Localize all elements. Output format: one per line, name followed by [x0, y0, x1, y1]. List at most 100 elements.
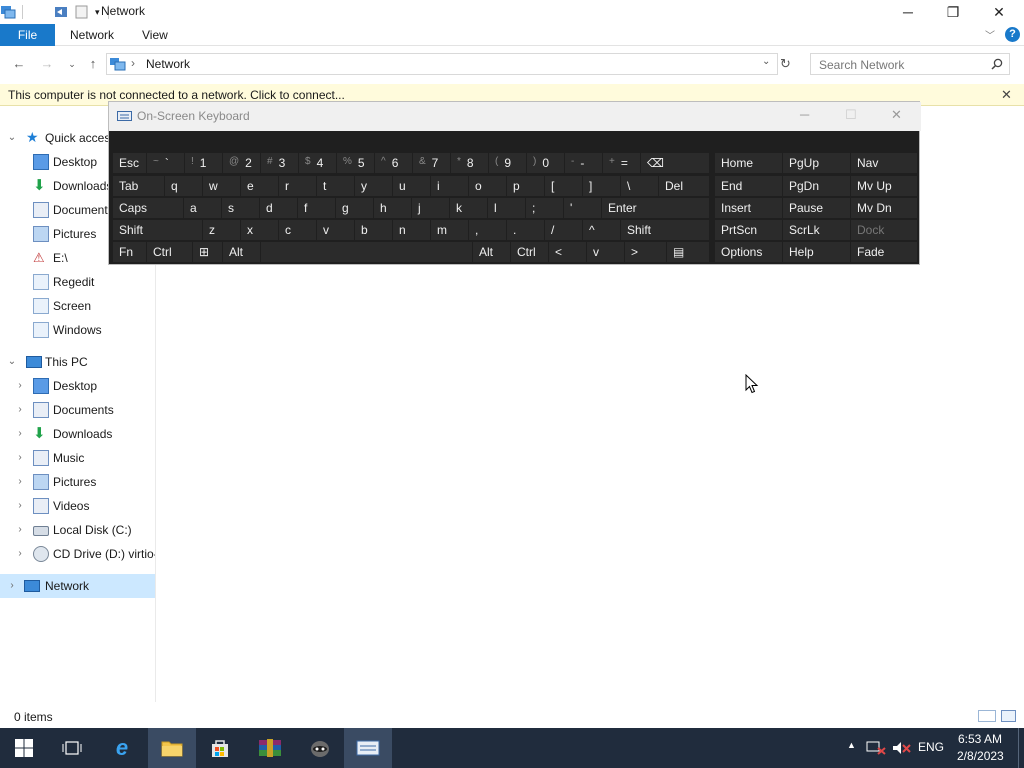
collapse-chevron-icon[interactable]: ⌄ [6, 350, 18, 374]
properties-icon[interactable] [53, 4, 69, 20]
show-desktop-button[interactable] [1018, 728, 1024, 768]
osk-key-r5-k2[interactable]: ⊞ [193, 242, 222, 262]
osk-key-r4-shift[interactable]: Shift [621, 220, 709, 240]
osk-key-side-pgdn[interactable]: PgDn [783, 176, 850, 196]
tab-network[interactable]: Network [58, 24, 126, 46]
osk-key-r3-l[interactable]: l [488, 198, 525, 218]
osk-key-r4-k11[interactable]: ^ [583, 220, 620, 240]
osk-key-side-pause[interactable]: Pause [783, 198, 850, 218]
expand-chevron-icon[interactable]: › [14, 542, 26, 566]
osk-key-r5-ctrl[interactable]: Ctrl [147, 242, 192, 262]
close-button[interactable]: ✕ [976, 0, 1022, 24]
osk-key-r5-space[interactable] [261, 242, 472, 262]
osk-key-r3-enter[interactable]: Enter [602, 198, 709, 218]
expand-chevron-icon[interactable]: › [14, 374, 26, 398]
taskbar-file-explorer[interactable] [148, 728, 196, 768]
osk-key-r3-d[interactable]: d [260, 198, 297, 218]
taskbar-internet-explorer[interactable]: e [98, 728, 146, 768]
task-view-button[interactable] [48, 728, 96, 768]
osk-key-r1-0[interactable]: Esc [113, 153, 146, 173]
close-info-bar-icon[interactable]: ✕ [1001, 87, 1012, 103]
expand-chevron-icon[interactable]: › [6, 574, 18, 598]
nav-pc-music[interactable]: › Music [0, 446, 155, 470]
osk-key-r3-caps[interactable]: Caps [113, 198, 183, 218]
osk-key-r1-13[interactable]: + = [603, 153, 640, 173]
osk-key-side-mvdn[interactable]: Mv Dn [851, 198, 917, 218]
osk-key-r5-alt[interactable]: Alt [473, 242, 510, 262]
osk-key-r3-g[interactable]: g [336, 198, 373, 218]
show-hidden-icons-chevron-icon[interactable]: ▲ [847, 740, 856, 750]
details-view-icon[interactable] [978, 710, 996, 722]
osk-key-r3-j[interactable]: j [412, 198, 449, 218]
expand-chevron-icon[interactable]: › [14, 518, 26, 542]
nav-pc-videos[interactable]: › Videos [0, 494, 155, 518]
expand-ribbon-chevron-icon[interactable]: ﹀ [985, 27, 995, 42]
refresh-icon[interactable]: ↻ [780, 56, 791, 72]
osk-key-r2-o[interactable]: o [469, 176, 506, 196]
nav-pc-desktop[interactable]: › Desktop [0, 374, 155, 398]
osk-key-r3-k11[interactable]: ' [564, 198, 601, 218]
osk-key-r2-i[interactable]: i [431, 176, 468, 196]
customize-qat-chevron-icon[interactable]: ▾ [95, 7, 100, 18]
nav-this-pc[interactable]: ⌄ This PC [0, 350, 155, 374]
osk-key-r4-shift[interactable]: Shift [113, 220, 202, 240]
osk-key-r4-n[interactable]: n [393, 220, 430, 240]
osk-key-r3-k10[interactable]: ; [526, 198, 563, 218]
restore-button[interactable]: ❐ [930, 0, 976, 24]
back-arrow-icon[interactable]: ← [10, 56, 28, 72]
osk-key-r2-q[interactable]: q [165, 176, 202, 196]
clock-time[interactable]: 6:53 AM [958, 732, 1002, 746]
osk-key-r3-h[interactable]: h [374, 198, 411, 218]
osk-key-r4-x[interactable]: x [241, 220, 278, 240]
osk-key-side-dock[interactable]: Dock [851, 220, 917, 240]
osk-key-r1-14[interactable]: ⌫ [641, 153, 709, 173]
forward-arrow-icon[interactable]: → [38, 56, 56, 72]
osk-key-r2-t[interactable]: t [317, 176, 354, 196]
taskbar-store[interactable] [196, 728, 244, 768]
taskbar-on-screen-keyboard[interactable] [344, 728, 392, 768]
nav-quick-regedit[interactable]: Regedit [0, 270, 155, 294]
expand-chevron-icon[interactable]: › [14, 422, 26, 446]
osk-key-r1-7[interactable]: ^ 6 [375, 153, 412, 173]
osk-key-r4-c[interactable]: c [279, 220, 316, 240]
osk-key-r4-v[interactable]: v [317, 220, 354, 240]
expand-chevron-icon[interactable]: › [14, 398, 26, 422]
osk-key-r1-8[interactable]: & 7 [413, 153, 450, 173]
osk-key-r1-12[interactable]: -- [565, 153, 602, 173]
osk-key-side-end[interactable]: End [715, 176, 782, 196]
volume-muted-icon[interactable] [891, 741, 911, 755]
osk-key-r2-w[interactable]: w [203, 176, 240, 196]
osk-key-r1-1[interactable]: ~ ` [147, 153, 184, 173]
minimize-button[interactable]: ─ [885, 0, 931, 24]
recent-locations-chevron-icon[interactable]: ⌄ [63, 56, 81, 72]
osk-key-r2-r[interactable]: r [279, 176, 316, 196]
osk-key-r2-u[interactable]: u [393, 176, 430, 196]
search-input[interactable]: Search Network [819, 58, 904, 72]
expand-chevron-icon[interactable]: › [14, 470, 26, 494]
osk-key-r4-m[interactable]: m [431, 220, 468, 240]
nav-pc-cd-drive[interactable]: › CD Drive (D:) virtio- [0, 542, 155, 566]
network-disconnected-icon[interactable] [866, 741, 886, 755]
osk-key-r2-k13[interactable]: \ [621, 176, 658, 196]
osk-minimize-button[interactable]: ─ [800, 107, 809, 122]
osk-maximize-button[interactable]: ☐ [845, 107, 857, 123]
help-icon[interactable]: ? [1005, 27, 1020, 42]
nav-quick-screen[interactable]: Screen [0, 294, 155, 318]
osk-key-r1-3[interactable]: @2 [223, 153, 260, 173]
osk-key-r2-tab[interactable]: Tab [113, 176, 164, 196]
tab-file[interactable]: File [0, 24, 55, 46]
osk-key-r1-4[interactable]: #3 [261, 153, 298, 173]
input-language-indicator[interactable]: ENG [918, 740, 944, 754]
nav-pc-local-disk[interactable]: › Local Disk (C:) [0, 518, 155, 542]
osk-key-r5-v[interactable]: v [587, 242, 624, 262]
nav-network[interactable]: › Network [0, 574, 155, 598]
osk-key-r2-del[interactable]: Del [659, 176, 709, 196]
expand-chevron-icon[interactable]: › [14, 494, 26, 518]
taskbar-app-raccoon[interactable] [296, 728, 344, 768]
tab-view[interactable]: View [130, 24, 180, 46]
osk-key-r3-a[interactable]: a [184, 198, 221, 218]
nav-pc-downloads[interactable]: › ⬇ Downloads [0, 422, 155, 446]
osk-key-side-pgup[interactable]: PgUp [783, 153, 850, 173]
info-bar-message[interactable]: This computer is not connected to a netw… [8, 88, 345, 102]
osk-key-r5-fn[interactable]: Fn [113, 242, 146, 262]
